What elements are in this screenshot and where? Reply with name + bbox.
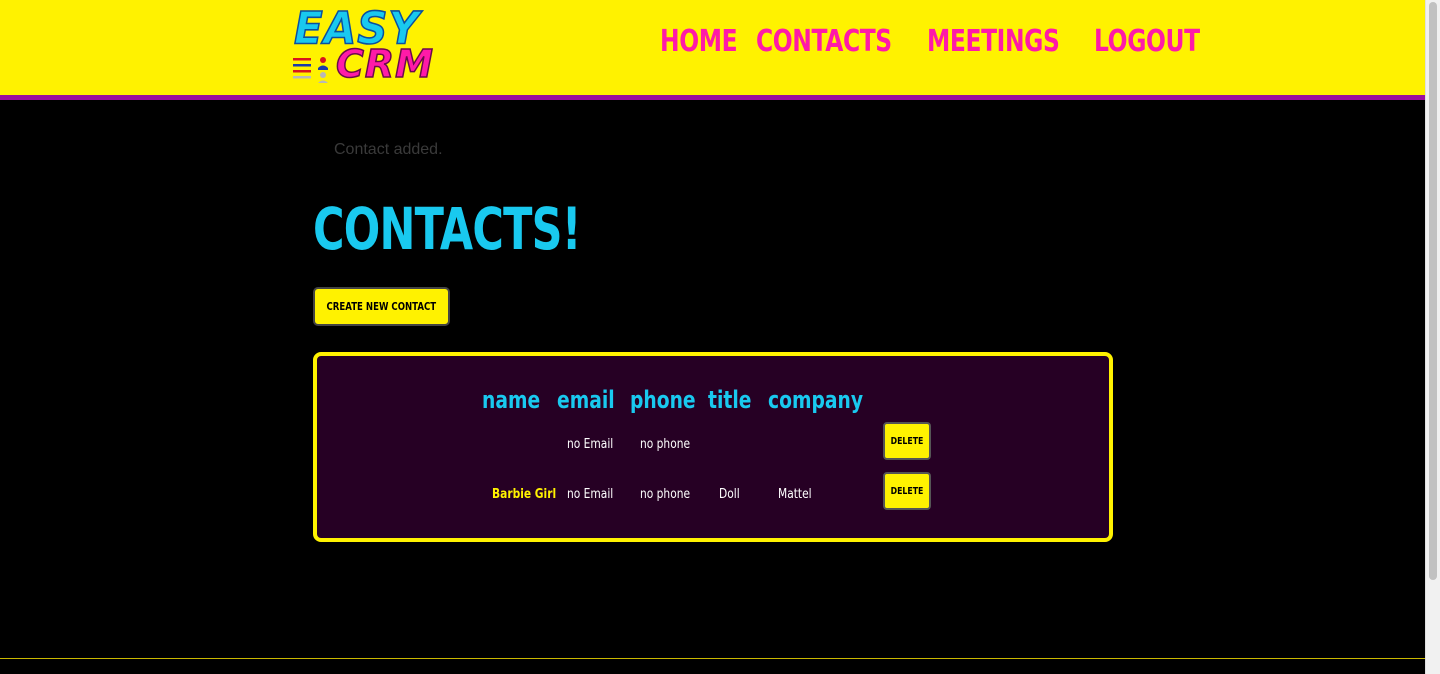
delete-button-label: DELETE [890, 485, 924, 497]
cell-title: Doll [719, 487, 740, 502]
flash-message: Contact added. [334, 141, 443, 158]
cell-phone: no phone [640, 437, 691, 452]
header-name: name [482, 386, 541, 414]
header-phone: phone [630, 386, 696, 414]
main-nav: HOME CONTACTS MEETINGS LOGOUT [660, 24, 1209, 59]
cell-name: Barbie Girl [492, 487, 557, 502]
nav-logout-link[interactable]: LOGOUT [1094, 24, 1200, 59]
create-contact-button[interactable]: CREATE NEW CONTACT [313, 287, 450, 326]
cell-email: no Email [567, 437, 614, 452]
cell-phone: no phone [640, 487, 691, 502]
page-title: CONTACTS! [313, 195, 581, 263]
header-company: company [768, 386, 864, 414]
delete-button-label: DELETE [890, 435, 924, 447]
logo-crm-text: CRM [335, 42, 434, 86]
delete-button[interactable]: DELETE [883, 472, 931, 510]
scrollbar-thumb[interactable] [1429, 2, 1437, 580]
footer-divider [0, 658, 1425, 659]
create-contact-button-label: CREATE NEW CONTACT [326, 300, 437, 313]
logo-contacts-icon [293, 57, 328, 83]
cell-email: no Email [567, 487, 614, 502]
contacts-table: name email phone title company no Email … [313, 352, 1113, 542]
easy-crm-logo[interactable]: EASY CRM [292, 4, 434, 86]
header-title: title [708, 386, 752, 414]
page-scrollbar[interactable] [1425, 0, 1440, 674]
delete-button[interactable]: DELETE [883, 422, 931, 460]
nav-contacts-link[interactable]: CONTACTS [756, 24, 892, 59]
header-email: email [557, 386, 615, 414]
nav-meetings-link[interactable]: MEETINGS [927, 24, 1060, 59]
cell-company: Mattel [778, 487, 812, 502]
site-header: EASY CRM HOME CONTACTS MEETINGS LOGOUT [0, 0, 1425, 100]
nav-home-link[interactable]: HOME [660, 24, 738, 59]
